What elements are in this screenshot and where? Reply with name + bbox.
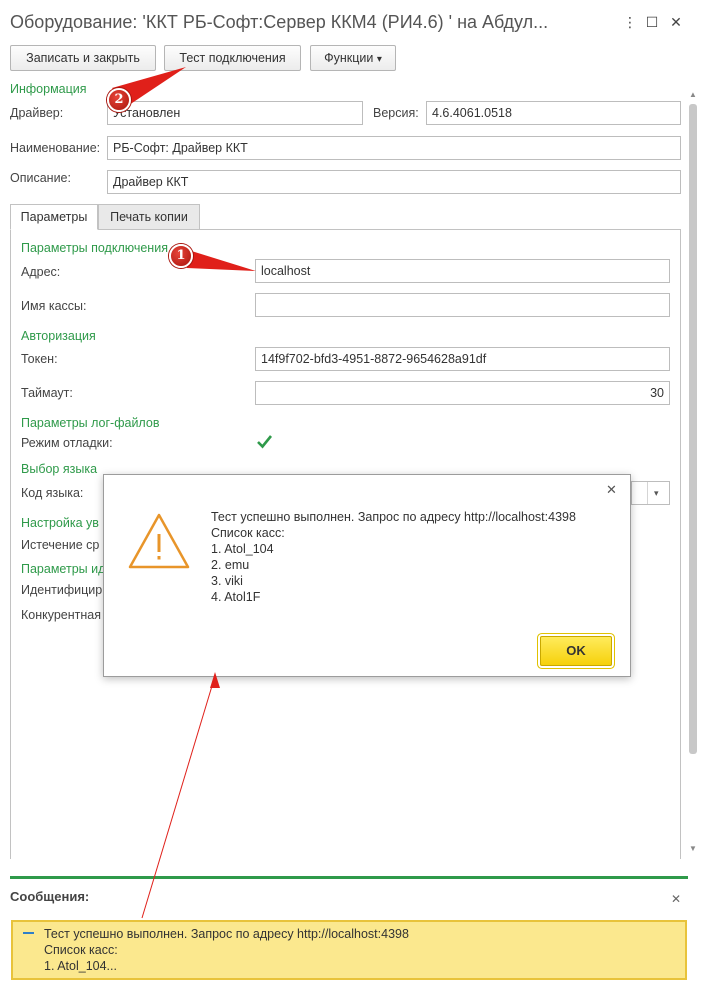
driver-label: Драйвер: bbox=[10, 106, 64, 120]
info-section-label: Информация bbox=[10, 82, 87, 96]
chevron-down-icon: ▾ bbox=[376, 54, 382, 65]
dialog-message-line: 1. Atol_104 bbox=[211, 542, 274, 556]
message-line: 1. Atol_104... bbox=[44, 959, 117, 973]
messages-divider bbox=[10, 876, 688, 879]
tab-parameters[interactable]: Параметры bbox=[10, 204, 98, 230]
address-input[interactable]: localhost bbox=[255, 259, 670, 283]
collapse-icon[interactable] bbox=[23, 932, 34, 934]
version-field[interactable]: 4.6.4061.0518 bbox=[426, 101, 681, 125]
notify-section-label: Настройка ув bbox=[21, 516, 99, 530]
name-label: Наименование: bbox=[10, 141, 101, 155]
language-code-select[interactable]: ▾ bbox=[631, 481, 670, 505]
messages-title: Сообщения: bbox=[10, 889, 90, 904]
functions-label: Функции bbox=[324, 51, 374, 65]
language-section-label: Выбор языка bbox=[21, 462, 98, 476]
maximize-icon[interactable]: ☐ bbox=[642, 12, 662, 32]
chevron-down-icon: ▾ bbox=[654, 488, 659, 498]
scrollbar-thumb[interactable] bbox=[689, 104, 697, 754]
select-divider bbox=[647, 482, 648, 504]
dialog-message-line: 2. emu bbox=[211, 558, 250, 572]
token-label: Токен: bbox=[21, 352, 58, 366]
scroll-up-icon[interactable]: ▲ bbox=[689, 90, 697, 99]
message-line: Список касс: bbox=[44, 943, 118, 957]
language-code-label: Код языка: bbox=[21, 486, 84, 500]
dialog-message-line: 4. Atol1F bbox=[211, 590, 261, 604]
debug-checkbox[interactable] bbox=[256, 433, 273, 450]
kebab-icon[interactable]: ⋮ bbox=[620, 12, 640, 32]
annotation-badge-2: 2 bbox=[107, 88, 131, 112]
scroll-down-icon[interactable]: ▼ bbox=[689, 844, 697, 853]
version-label: Версия: bbox=[373, 106, 419, 120]
token-input[interactable]: 14f9f702-bfd3-4951-8872-9654628a91df bbox=[255, 347, 670, 371]
connection-section-label: Параметры подключения bbox=[21, 241, 168, 255]
driver-field[interactable]: Установлен bbox=[107, 101, 363, 125]
auth-section-label: Авторизация bbox=[21, 329, 96, 343]
description-field[interactable]: Драйвер ККТ bbox=[107, 170, 681, 194]
functions-button[interactable]: Функции ▾ bbox=[310, 45, 396, 71]
ok-button[interactable]: OK bbox=[540, 636, 612, 666]
timeout-label: Таймаут: bbox=[21, 386, 73, 400]
messages-close-icon[interactable]: ✕ bbox=[671, 892, 681, 906]
message-line: Тест успешно выполнен. Запрос по адресу … bbox=[44, 927, 409, 941]
dialog-message-line: Список касс: bbox=[211, 526, 285, 540]
ident-label: Идентифицир bbox=[21, 583, 103, 597]
concurrent-label: Конкурентная bbox=[21, 608, 102, 622]
expiry-label: Истечение ср bbox=[21, 538, 100, 552]
dialog-message-line: 3. viki bbox=[211, 574, 243, 588]
ident-section-label: Параметры ид bbox=[21, 562, 106, 576]
cashbox-name-label: Имя кассы: bbox=[21, 299, 87, 313]
annotation-badge-1: 1 bbox=[169, 244, 193, 268]
cashbox-name-input[interactable] bbox=[255, 293, 670, 317]
warning-icon bbox=[127, 512, 191, 570]
dialog-close-icon[interactable]: ✕ bbox=[606, 482, 617, 498]
window-title: Оборудование: 'ККТ РБ-Софт:Сервер ККМ4 (… bbox=[10, 12, 549, 32]
description-label: Описание: bbox=[10, 171, 71, 185]
test-connection-button[interactable]: Тест подключения bbox=[164, 45, 301, 71]
dialog-message-line: Тест успешно выполнен. Запрос по адресу … bbox=[211, 510, 576, 524]
log-section-label: Параметры лог-файлов bbox=[21, 416, 160, 430]
checkmark-icon bbox=[257, 435, 273, 449]
tab-print-copy[interactable]: Печать копии bbox=[98, 204, 200, 230]
timeout-input[interactable]: 30 bbox=[255, 381, 670, 405]
save-close-button[interactable]: Записать и закрыть bbox=[10, 45, 156, 71]
name-field[interactable]: РБ-Софт: Драйвер ККТ bbox=[107, 136, 681, 160]
address-label: Адрес: bbox=[21, 265, 61, 279]
debug-label: Режим отладки: bbox=[21, 436, 113, 450]
close-icon[interactable]: ✕ bbox=[666, 12, 686, 32]
